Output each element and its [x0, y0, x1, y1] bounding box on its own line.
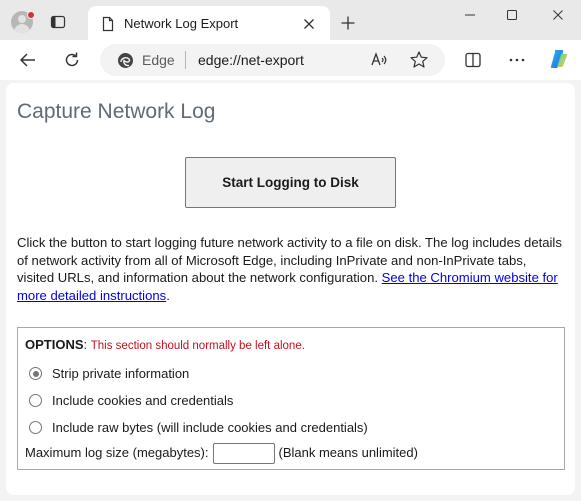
- tab-actions-icon[interactable]: [50, 14, 66, 30]
- max-log-size-row: Maximum log size (megabytes): (Blank mean…: [25, 443, 418, 464]
- read-aloud-icon[interactable]: [370, 51, 388, 69]
- options-panel: OPTIONS: This section should normally be…: [17, 327, 565, 470]
- close-icon[interactable]: [302, 17, 316, 31]
- radio-label: Include cookies and credentials: [52, 393, 234, 408]
- site-identity-label: Edge: [142, 52, 175, 68]
- radio-button[interactable]: [29, 394, 42, 408]
- radio-button-checked[interactable]: [29, 367, 42, 381]
- description-text: Click the button to start logging future…: [17, 234, 565, 304]
- back-icon[interactable]: [18, 50, 38, 70]
- options-header: OPTIONS: This section should normally be…: [25, 337, 305, 352]
- options-label: OPTIONS: [25, 337, 84, 352]
- active-tab[interactable]: Network Log Export: [88, 6, 330, 44]
- url-text[interactable]: edge://net-export: [198, 52, 304, 68]
- address-bar[interactable]: Edge edge://net-export: [100, 44, 445, 76]
- options-warning: This section should normally be left alo…: [90, 340, 305, 352]
- start-logging-button[interactable]: Start Logging to Disk: [185, 157, 396, 208]
- radio-include-cookies[interactable]: Include cookies and credentials: [29, 393, 233, 408]
- address-separator: [185, 51, 186, 69]
- new-tab-icon[interactable]: [340, 15, 356, 31]
- favorite-icon[interactable]: [409, 50, 429, 70]
- copilot-icon[interactable]: [548, 48, 570, 70]
- refresh-icon[interactable]: [62, 50, 82, 70]
- max-log-size-input[interactable]: [212, 443, 275, 464]
- max-log-size-hint: (Blank means unlimited): [278, 444, 418, 460]
- edge-logo-icon: [117, 52, 134, 69]
- tab-strip: Network Log Export: [0, 0, 581, 44]
- maximize-icon[interactable]: [505, 8, 519, 22]
- radio-strip-private[interactable]: Strip private information: [29, 366, 189, 381]
- more-icon[interactable]: [507, 50, 527, 70]
- radio-button[interactable]: [29, 421, 42, 435]
- split-screen-icon[interactable]: [463, 50, 483, 70]
- page-title: Capture Network Log: [17, 100, 216, 123]
- window-close-icon[interactable]: [551, 8, 565, 22]
- radio-include-raw-bytes[interactable]: Include raw bytes (will include cookies …: [29, 420, 368, 435]
- radio-label: Strip private information: [52, 366, 190, 381]
- minimize-icon[interactable]: [463, 8, 477, 22]
- page-icon: [100, 16, 116, 32]
- page-content: Capture Network Log Start Logging to Dis…: [6, 83, 575, 495]
- tab-title: Network Log Export: [124, 16, 239, 31]
- max-log-size-label: Maximum log size (megabytes):: [25, 444, 209, 460]
- profile-notification-dot: [27, 11, 35, 19]
- radio-label: Include raw bytes (will include cookies …: [52, 420, 368, 435]
- description-period: .: [166, 287, 170, 303]
- browser-toolbar: Edge edge://net-export: [0, 40, 581, 80]
- options-colon: :: [83, 337, 88, 352]
